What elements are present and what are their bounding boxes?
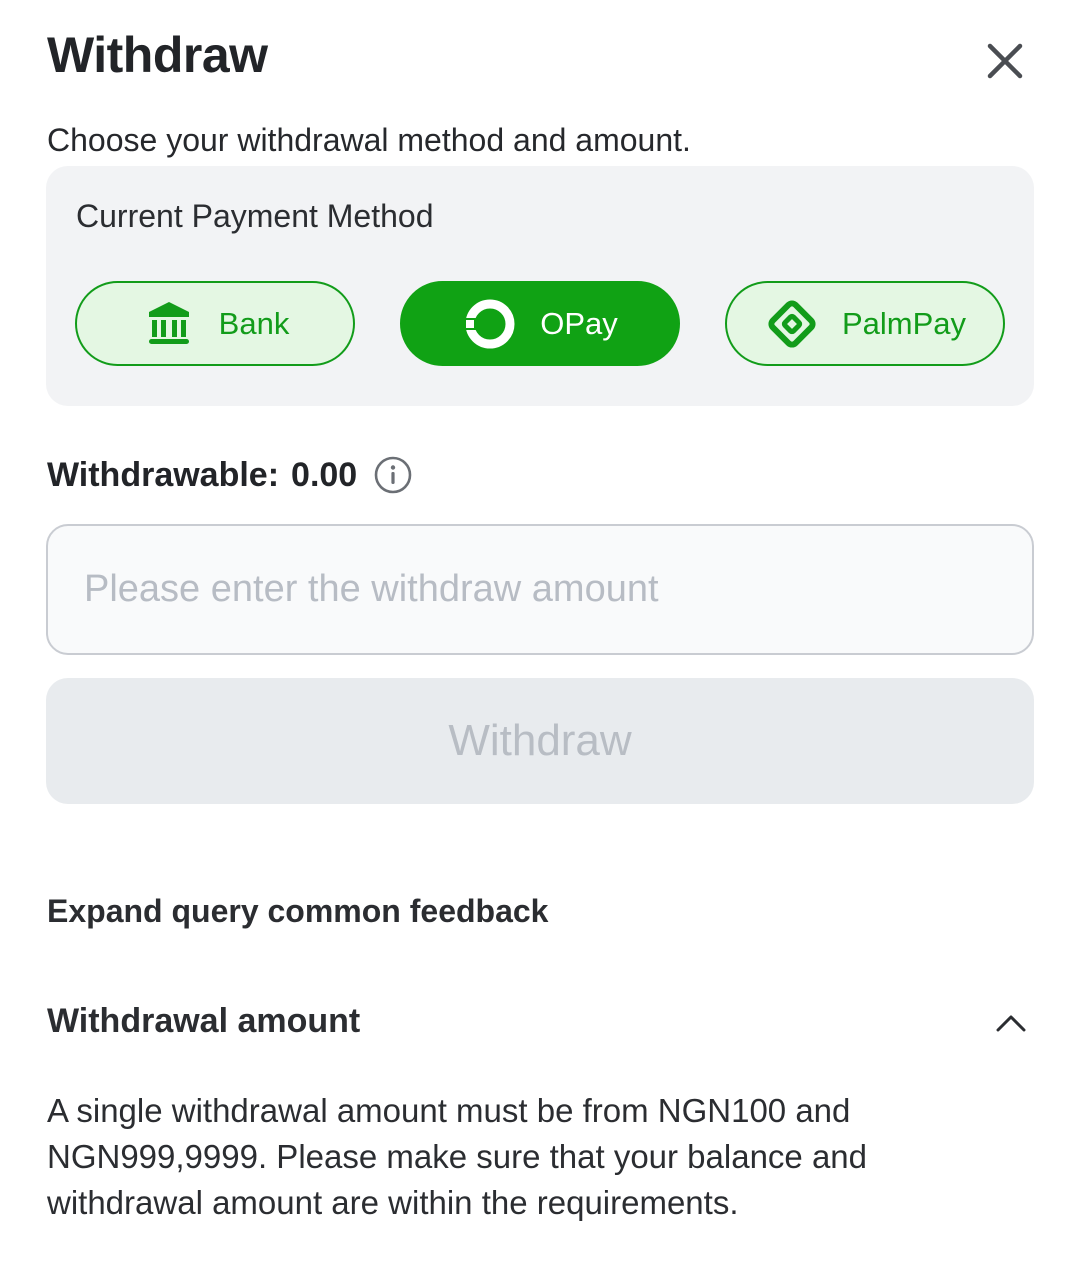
- method-palmpay-button[interactable]: PalmPay: [725, 281, 1005, 366]
- faq-heading: Expand query common feedback: [47, 893, 549, 929]
- faq-item-body: A single withdrawal amount must be from …: [47, 1092, 868, 1221]
- withdrawable-balance: Withdrawable: 0.00: [47, 455, 413, 495]
- info-icon[interactable]: [373, 455, 413, 495]
- withdraw-button[interactable]: Withdraw: [46, 678, 1034, 804]
- method-bank-button[interactable]: Bank: [75, 281, 355, 366]
- payment-method-label: Current Payment Method: [76, 198, 434, 234]
- method-palmpay-label: PalmPay: [841, 305, 967, 341]
- faq-item-title[interactable]: Withdrawal amount: [47, 1002, 360, 1041]
- method-opay-button[interactable]: OPay: [400, 281, 680, 366]
- withdrawable-value: 0.00: [291, 455, 358, 494]
- payment-method-card: Current Payment Method Bank OPay PalmPay: [46, 166, 1034, 406]
- method-bank-label: Bank: [218, 305, 290, 341]
- page-subtitle: Choose your withdrawal method and amount…: [47, 122, 691, 158]
- bank-icon: [141, 296, 197, 352]
- palmpay-logo-icon: [764, 296, 820, 352]
- page-title: Withdraw: [47, 27, 268, 83]
- chevron-up-icon[interactable]: [992, 1008, 1030, 1038]
- withdraw-amount-input[interactable]: [46, 524, 1034, 655]
- withdrawable-label: Withdrawable:: [47, 455, 280, 494]
- method-opay-label: OPay: [540, 305, 618, 341]
- close-icon[interactable]: [982, 38, 1028, 84]
- withdraw-sheet: Withdraw Choose your withdrawal method a…: [0, 0, 1080, 1274]
- opay-logo-icon: [462, 296, 518, 352]
